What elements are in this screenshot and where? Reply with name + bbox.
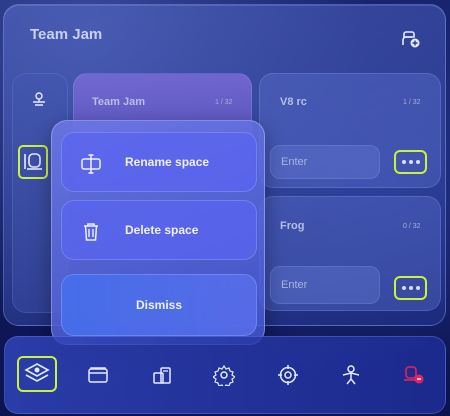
more-icon bbox=[401, 160, 420, 164]
signal-icon bbox=[33, 92, 45, 106]
rename-space-button[interactable]: Rename space bbox=[61, 132, 257, 192]
context-menu: Rename space Delete space Dismiss bbox=[51, 120, 265, 345]
delete-label: Delete space bbox=[125, 223, 199, 237]
trash-icon bbox=[84, 223, 98, 241]
inventory-icon bbox=[153, 367, 171, 384]
nav-spaces[interactable] bbox=[17, 356, 57, 392]
notifications-icon bbox=[404, 366, 424, 384]
page-title: Team Jam bbox=[30, 26, 103, 43]
wallet-icon bbox=[88, 367, 108, 383]
nav-avatar[interactable] bbox=[335, 357, 367, 393]
more-icon bbox=[401, 286, 420, 290]
nav-inventory[interactable] bbox=[146, 357, 178, 393]
space-icon bbox=[24, 153, 42, 170]
nav-settings[interactable] bbox=[208, 357, 240, 393]
rename-label: Rename space bbox=[125, 155, 210, 169]
target-icon bbox=[278, 365, 298, 385]
add-user-icon bbox=[402, 31, 420, 48]
dismiss-button[interactable]: Dismiss bbox=[61, 274, 257, 336]
nav-wallet[interactable] bbox=[82, 357, 114, 393]
rename-icon bbox=[81, 154, 101, 174]
space-options-button[interactable] bbox=[394, 150, 427, 174]
space-input[interactable]: Enter bbox=[270, 266, 380, 304]
avatar-icon bbox=[342, 365, 360, 385]
space-input[interactable]: Enter bbox=[270, 145, 380, 179]
card-title: Team Jam bbox=[92, 96, 145, 108]
card-title: V8 rc bbox=[280, 96, 307, 108]
card-count: 1 / 32 bbox=[403, 99, 421, 106]
nav-notifications[interactable] bbox=[398, 357, 430, 393]
nav-target[interactable] bbox=[272, 357, 304, 393]
rail-space-button[interactable] bbox=[18, 145, 48, 179]
space-options-button[interactable] bbox=[394, 276, 427, 300]
spaces-icon bbox=[24, 363, 50, 382]
card-count: 0 / 32 bbox=[403, 223, 421, 230]
card-title: Frog bbox=[280, 220, 305, 232]
add-space-button[interactable] bbox=[398, 28, 424, 50]
card-count: 1 / 32 bbox=[215, 99, 233, 106]
settings-icon bbox=[213, 364, 235, 386]
rail-home-button[interactable] bbox=[30, 90, 48, 108]
delete-space-button[interactable]: Delete space bbox=[61, 200, 257, 260]
